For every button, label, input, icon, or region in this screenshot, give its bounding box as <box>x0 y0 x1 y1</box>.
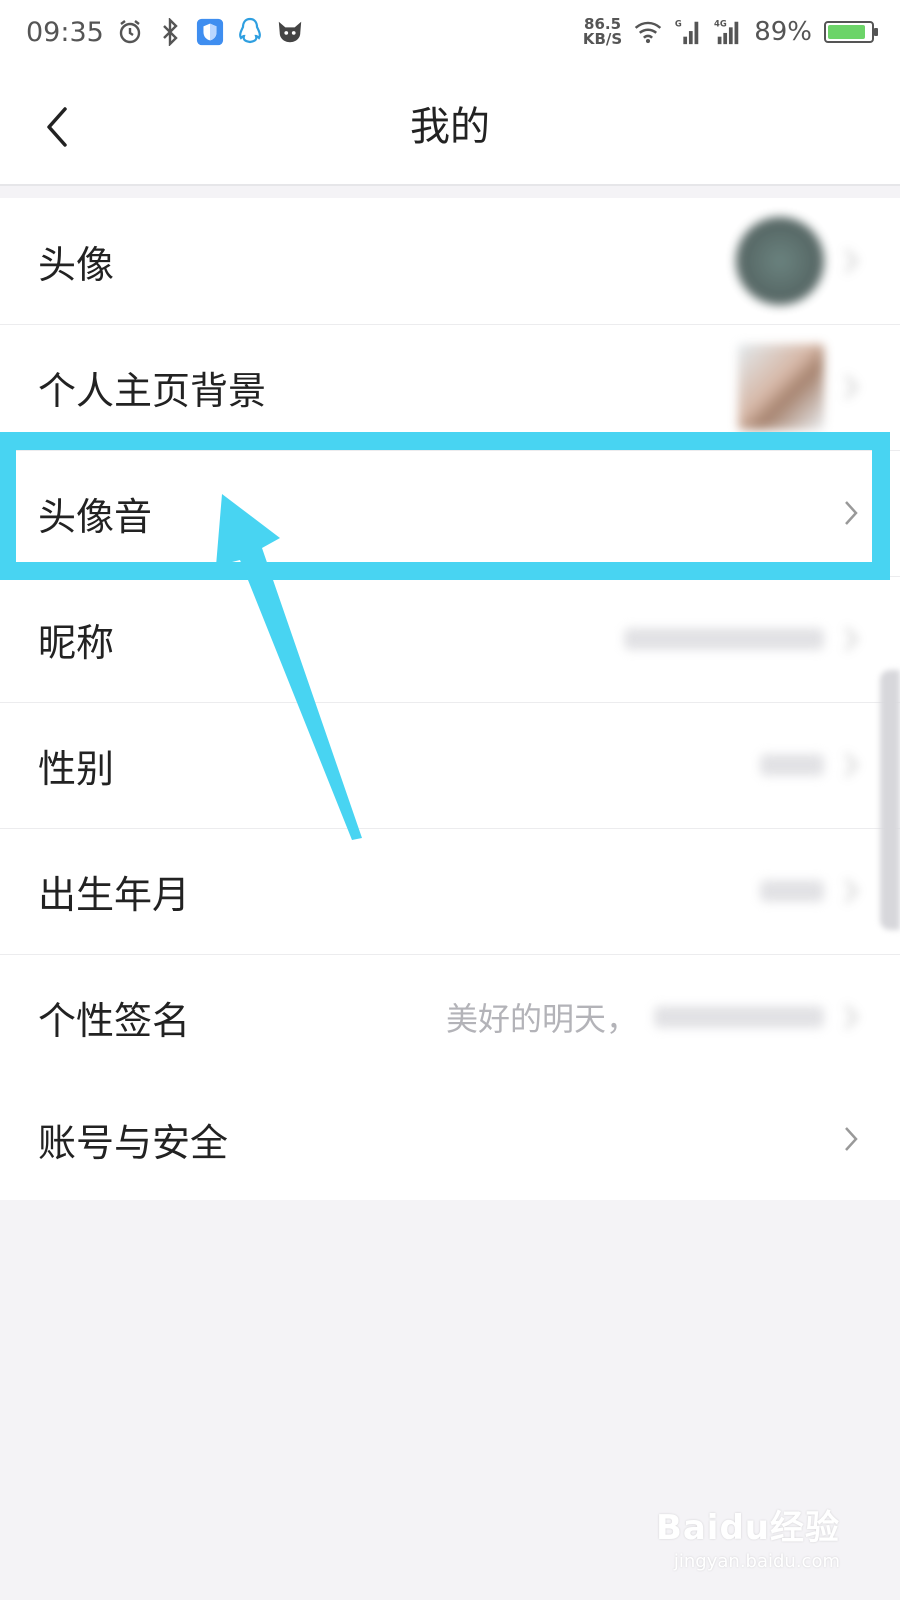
bluetooth-icon <box>156 18 184 46</box>
row-right <box>624 622 862 656</box>
row-right <box>760 874 862 908</box>
svg-text:4G: 4G <box>714 18 727 28</box>
row-right <box>760 748 862 782</box>
alarm-icon <box>116 18 144 46</box>
row-label: 个性签名 <box>38 998 191 1043</box>
battery-percentage: 89% <box>754 17 812 47</box>
scroll-indicator <box>880 670 900 930</box>
status-time: 09:35 <box>26 16 104 48</box>
chevron-right-icon <box>840 1122 862 1156</box>
row-birth-date[interactable]: 出生年月 <box>0 828 900 954</box>
profile-settings-list: 头像 个人主页背景 头像音 昵称 性别 出生年月 个性签名 美好的明天， <box>0 198 900 1080</box>
watermark: Baidu经验 jingyan.baidu.com <box>656 1500 840 1572</box>
cat-app-icon <box>276 18 304 46</box>
signature-value: 美好的明天， <box>445 1000 638 1038</box>
shield-icon <box>196 18 224 46</box>
cellular-4g-signal-icon: 4G <box>714 18 742 46</box>
row-profile-background[interactable]: 个人主页背景 <box>0 324 900 450</box>
row-right <box>736 217 862 305</box>
chevron-right-icon <box>840 370 862 404</box>
battery-icon <box>824 21 878 43</box>
row-right <box>738 344 862 430</box>
row-label: 账号与安全 <box>38 1120 229 1165</box>
row-right <box>840 496 862 530</box>
svg-text:G: G <box>675 18 682 28</box>
blurred-value-placeholder <box>760 754 824 776</box>
chevron-right-icon <box>840 496 862 530</box>
row-right: 美好的明天， <box>446 994 862 1040</box>
row-label: 头像音 <box>38 494 153 539</box>
navigation-bar: 我的 <box>0 64 900 186</box>
account-settings-list: 账号与安全 <box>0 1078 900 1200</box>
watermark-url: jingyan.baidu.com <box>673 1551 840 1572</box>
page-title: 我的 <box>410 104 490 150</box>
row-nickname[interactable]: 昵称 <box>0 576 900 702</box>
row-right <box>840 1122 862 1156</box>
blurred-value-placeholder <box>760 880 824 902</box>
row-account-security[interactable]: 账号与安全 <box>0 1078 900 1200</box>
background-thumbnail <box>738 344 824 430</box>
wifi-icon <box>634 18 662 46</box>
watermark-logo-text: Baidu经验 <box>655 1508 840 1548</box>
chevron-right-icon <box>840 874 862 908</box>
cellular-signal-icon: G <box>674 18 702 46</box>
row-label: 昵称 <box>38 620 115 665</box>
chevron-right-icon <box>840 1000 862 1034</box>
chevron-right-icon <box>840 622 862 656</box>
chevron-right-icon <box>840 244 862 278</box>
network-speed: 86.5 KB/S <box>583 17 622 47</box>
battery-level-fill <box>828 25 866 39</box>
network-speed-unit: KB/S <box>582 30 623 48</box>
row-gender[interactable]: 性别 <box>0 702 900 828</box>
row-signature[interactable]: 个性签名 美好的明天， <box>0 954 900 1080</box>
row-avatar-sound[interactable]: 头像音 <box>0 450 900 576</box>
status-bar-left: 09:35 <box>26 17 304 48</box>
avatar <box>736 217 824 305</box>
row-label: 出生年月 <box>38 872 191 917</box>
qq-penguin-icon <box>236 17 264 46</box>
row-label: 个人主页背景 <box>38 368 267 413</box>
blurred-value-placeholder <box>624 628 824 650</box>
status-bar: 09:35 86.5 KB/S G 4G 89% <box>0 0 900 64</box>
row-label: 头像 <box>38 242 115 287</box>
chevron-right-icon <box>840 748 862 782</box>
blurred-value-placeholder <box>654 1006 824 1028</box>
status-bar-right: 86.5 KB/S G 4G 89% <box>583 17 878 47</box>
row-avatar[interactable]: 头像 <box>0 198 900 324</box>
row-label: 性别 <box>38 746 115 791</box>
